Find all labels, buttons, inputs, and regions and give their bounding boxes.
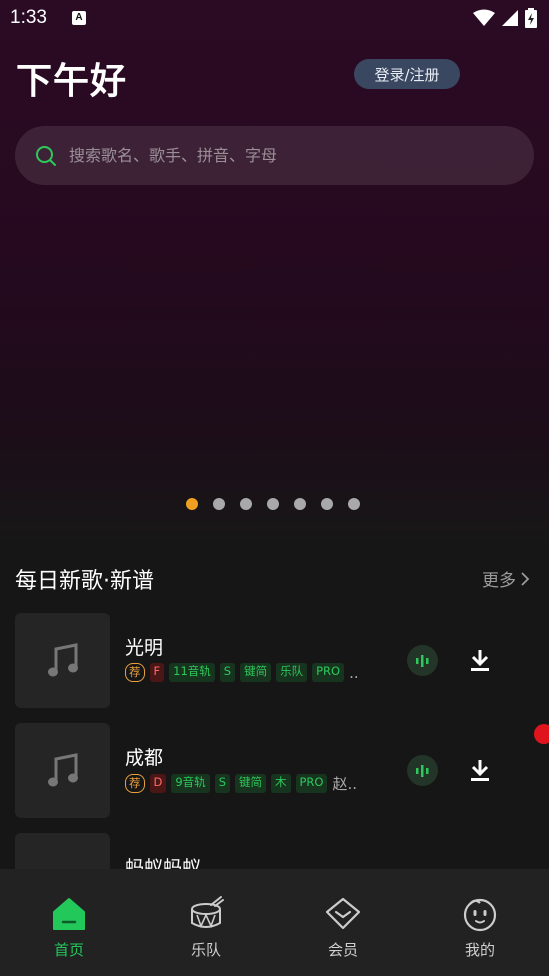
chevron-right-icon: [521, 571, 530, 586]
battery-icon: [525, 8, 537, 28]
pro-tag: PRO: [312, 663, 345, 682]
artist-text: ..: [349, 663, 359, 682]
carousel-indicator: [186, 498, 360, 510]
download-icon[interactable]: [467, 647, 493, 673]
play-preview-button[interactable]: [407, 755, 438, 786]
song-tags: 荐 F 11音轨 S 键简 乐队 PRO ..: [125, 663, 400, 682]
notification-dot: [534, 724, 549, 744]
song-title: 成都: [125, 747, 164, 769]
search-icon: [36, 145, 56, 166]
wifi-icon: [473, 9, 495, 26]
status-time: 1:33: [10, 7, 47, 28]
tag: 键简: [240, 663, 272, 682]
song-title: 光明: [125, 637, 164, 659]
greeting-title: 下午好: [16, 61, 128, 102]
song-thumbnail: [15, 613, 110, 708]
carousel-dot[interactable]: [321, 498, 333, 510]
audio-bars-icon: [415, 764, 428, 777]
drum-icon: [191, 896, 224, 929]
carousel-dot[interactable]: [240, 498, 252, 510]
bottom-navigation: 首页 乐队 会员 我的: [0, 869, 549, 976]
home-icon: [53, 898, 85, 930]
artist-text: 赵..: [332, 775, 358, 793]
nav-band[interactable]: 乐队: [156, 895, 256, 965]
nav-home-label: 首页: [53, 941, 84, 959]
download-icon[interactable]: [467, 757, 493, 783]
login-register-button[interactable]: 登录/注册: [354, 59, 460, 89]
recommend-tag: 荐: [125, 663, 145, 682]
track-count-tag: 9音轨: [171, 774, 210, 793]
notification-a-icon: A: [72, 11, 86, 25]
key-tag: F: [149, 663, 165, 682]
song-row[interactable]: 光明 荐 F 11音轨 S 键简 乐队 PRO ..: [15, 613, 549, 708]
nav-home[interactable]: 首页: [19, 895, 119, 965]
search-input[interactable]: [69, 146, 489, 165]
carousel-dot[interactable]: [186, 498, 198, 510]
nav-band-label: 乐队: [190, 941, 221, 959]
carousel-dot[interactable]: [213, 498, 225, 510]
nav-vip-label: 会员: [327, 941, 358, 959]
track-count-tag: 11音轨: [169, 663, 215, 682]
carousel-dot[interactable]: [348, 498, 360, 510]
more-link[interactable]: 更多: [482, 566, 530, 591]
song-tags: 荐 D 9音轨 S 键简 木 PRO 赵..: [125, 773, 400, 794]
pro-tag: PRO: [295, 774, 328, 793]
song-row[interactable]: 成都 荐 D 9音轨 S 键简 木 PRO 赵..: [15, 723, 549, 818]
tag: S: [219, 663, 236, 682]
section-title: 每日新歌·新谱: [15, 569, 154, 594]
cell-signal-icon: [502, 10, 518, 26]
carousel-dot[interactable]: [267, 498, 279, 510]
status-bar: 1:33 A: [0, 0, 549, 36]
tag: S: [214, 774, 230, 793]
search-bar[interactable]: [15, 126, 534, 185]
tag: 键简: [235, 774, 266, 793]
music-note-icon: [47, 752, 78, 786]
tag: 木: [271, 774, 291, 793]
play-preview-button[interactable]: [407, 645, 438, 676]
audio-bars-icon: [415, 654, 428, 667]
nav-profile-label: 我的: [464, 941, 495, 959]
profile-face-icon: [463, 898, 497, 932]
music-note-icon: [47, 642, 78, 676]
diamond-icon: [325, 897, 361, 930]
status-right-icons: [473, 8, 537, 28]
more-label: 更多: [482, 571, 516, 591]
song-thumbnail: [15, 723, 110, 818]
recommend-tag: 荐: [125, 774, 145, 793]
nav-profile[interactable]: 我的: [430, 895, 530, 965]
tag: 乐队: [276, 663, 308, 682]
carousel-dot[interactable]: [294, 498, 306, 510]
nav-vip[interactable]: 会员: [293, 895, 393, 965]
key-tag: D: [149, 774, 167, 793]
